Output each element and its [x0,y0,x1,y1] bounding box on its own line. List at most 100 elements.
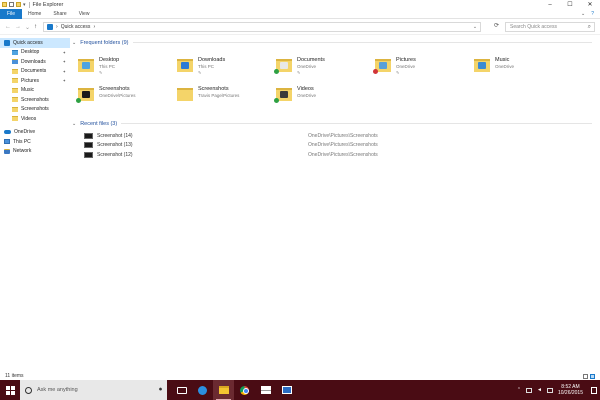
sidebar-item-onedrive[interactable]: OneDrive [0,128,70,138]
tray-chevron-icon[interactable]: ⌃ [517,387,521,393]
folder-name: Music [495,57,510,63]
remote-desktop-button[interactable] [276,380,297,400]
chevron-down-icon[interactable]: ⌄ [72,40,76,46]
window-controls: – ☐ ✕ [540,0,600,9]
sidebar-item-network[interactable]: Network [0,147,70,157]
mail-icon [260,386,271,394]
file-name: Screenshot (12) [97,151,133,158]
search-placeholder: Search Quick access [510,24,557,30]
action-center-icon[interactable] [591,386,597,394]
sidebar-item-label: Documents [21,68,47,75]
up-button[interactable]: ↑ [34,24,37,31]
folder-tile-screenshots[interactable]: Screenshots OneDrive\Pictures [76,84,177,113]
refresh-button[interactable]: ⟳ [494,22,499,29]
item-count: 11 items [5,373,24,379]
search-input[interactable]: Search Quick access ⌕ [505,22,595,32]
details-view-button[interactable] [583,373,588,379]
address-dropdown-button[interactable]: ⌄ [473,24,480,30]
breadcrumb-separator[interactable]: › [93,24,95,30]
folder-location: OneDrive\Pictures [99,93,136,98]
folder-documents-icon [12,68,18,74]
large-icons-view-button[interactable] [590,373,595,379]
folder-tile-downloads[interactable]: Downloads This PC ✎ [177,55,276,84]
minimize-button[interactable]: – [540,0,560,9]
system-tray: ⌃ ◄ 8:52 AM 10/26/2015 [517,384,600,396]
folder-tile-documents[interactable]: Documents OneDrive ✎ [274,55,375,84]
network-tray-icon[interactable] [526,387,533,393]
sidebar-item-label: Videos [21,115,37,122]
sidebar-item-pictures[interactable]: Pictures ✦ [0,76,70,86]
pin-icon: ✦ [62,78,66,84]
cortana-search-box[interactable]: Ask me anything ⏺ [20,380,167,400]
folder-icon[interactable] [2,2,7,7]
close-button[interactable]: ✕ [580,0,600,9]
maximize-button[interactable]: ☐ [560,0,580,9]
start-button[interactable] [0,380,20,400]
folder-tile-videos[interactable]: Videos OneDrive [274,84,375,113]
chevron-down-icon[interactable]: ⌄ [72,121,76,127]
recent-locations-button[interactable]: ⌄ [25,24,30,31]
file-explorer-icon [218,386,229,394]
tab-share[interactable]: Share [47,9,72,19]
folder-icon [78,55,94,73]
breadcrumb-quick-access[interactable]: Quick access [61,24,91,30]
tab-view[interactable]: View [73,9,96,19]
sidebar-item-quick-access[interactable]: Quick access [0,38,70,48]
folder-icon [12,106,18,112]
recent-files-header[interactable]: ⌄ Recent files (3) [72,119,592,128]
image-file-icon [84,132,93,139]
folder-location: OneDrive [495,64,515,69]
tab-home[interactable]: Home [22,9,47,19]
sidebar-item-this-pc[interactable]: This PC [0,137,70,147]
folder-tile-screenshots[interactable]: Screenshots Travis Page\Pictures [177,84,276,113]
file-explorer-button[interactable] [213,380,234,400]
sidebar-item-label: Music [21,87,35,94]
customize-qat-icon[interactable]: ▾ [23,2,26,8]
image-file-icon [84,142,93,149]
tab-file[interactable]: File [0,8,22,19]
new-folder-icon[interactable] [16,2,21,7]
sidebar-item-music[interactable]: Music [0,86,70,96]
properties-icon[interactable] [9,2,14,7]
back-button[interactable]: ← [5,24,11,31]
task-view-button[interactable] [171,380,192,400]
section-divider [132,42,592,43]
recent-file-row[interactable]: Screenshot (12) OneDrive\Pictures\Screens… [72,150,592,160]
pin-icon: ✎ [198,70,202,75]
folder-location: This PC [198,64,215,69]
frequent-folders-header[interactable]: ⌄ Frequent folders (9) [72,38,592,47]
folder-videos-icon [12,116,18,122]
sidebar-item-desktop[interactable]: Desktop ✦ [0,48,70,58]
volume-icon[interactable]: ◄ [537,387,542,393]
sidebar-item-downloads[interactable]: Downloads ✦ [0,57,70,67]
pin-icon: ✎ [297,70,301,75]
chevron-down-icon[interactable]: ⌄ [581,11,585,17]
folder-icon [177,84,193,102]
clock[interactable]: 8:52 AM 10/26/2015 [558,384,583,396]
folder-name: Downloads [198,57,226,63]
sidebar-item-screenshots[interactable]: Screenshots [0,105,70,115]
sidebar-item-videos[interactable]: Videos [0,114,70,124]
recent-file-row[interactable]: Screenshot (13) OneDrive\Pictures\Screens… [72,141,592,151]
recent-file-row[interactable]: Screenshot (14) OneDrive\Pictures\Screens… [72,131,592,141]
folder-tile-pictures[interactable]: Pictures OneDrive ✎ [373,55,474,84]
sync-status-icon [76,98,81,103]
file-path: OneDrive\Pictures\Screenshots [308,142,378,149]
chrome-icon [240,385,249,395]
sidebar-item-documents[interactable]: Documents ✦ [0,67,70,77]
folder-tile-desktop[interactable]: Desktop This PC ✎ [78,55,177,84]
keyboard-icon[interactable] [546,387,553,393]
edge-button[interactable] [192,380,213,400]
folder-tile-music[interactable]: Music OneDrive [474,55,573,84]
sidebar-item-screenshots[interactable]: Screenshots [0,95,70,105]
section-title: Recent files (3) [80,120,118,127]
folder-location: Travis Page\Pictures [198,93,240,98]
microphone-icon[interactable]: ⏺ [159,387,167,394]
mail-button[interactable] [255,380,276,400]
forward-button[interactable]: → [15,24,21,31]
pin-icon: ✎ [396,70,400,75]
chrome-button[interactable] [234,380,255,400]
help-icon[interactable]: ? [591,11,594,17]
onedrive-icon [4,130,11,135]
address-bar[interactable]: › Quick access › ⌄ [43,22,482,32]
